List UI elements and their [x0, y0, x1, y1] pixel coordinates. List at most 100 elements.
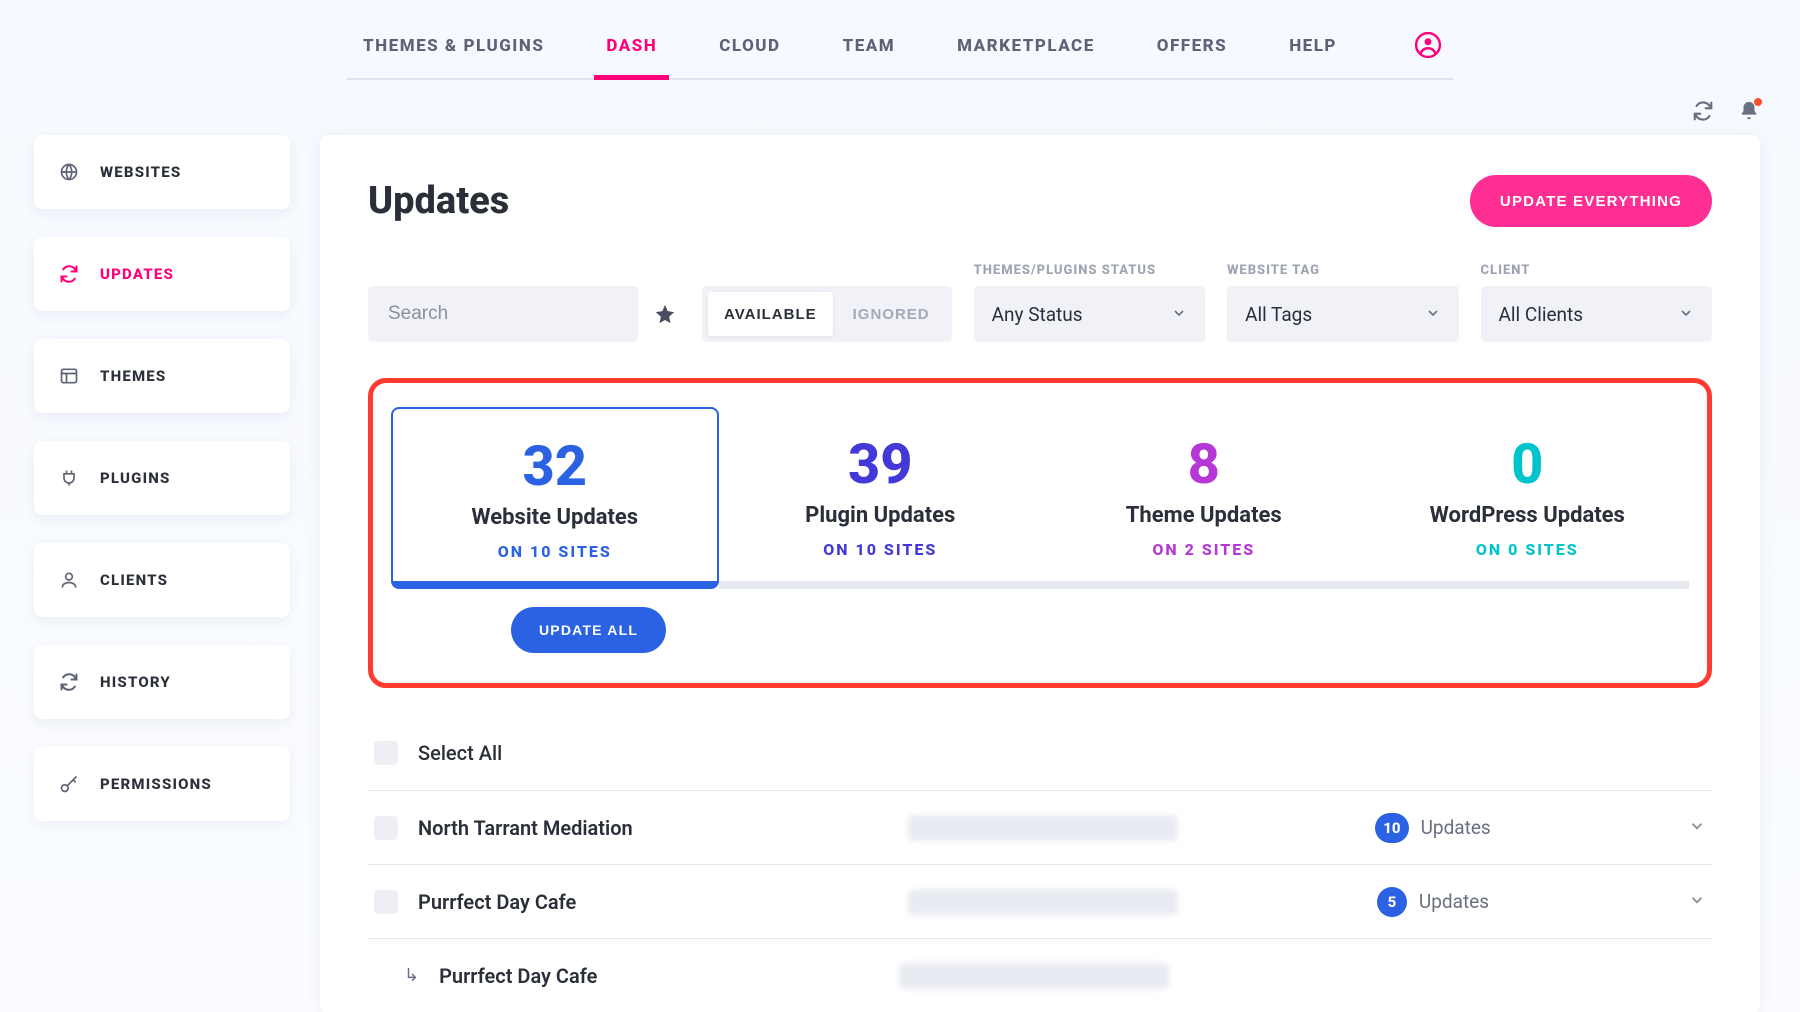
chevron-down-icon [1171, 303, 1187, 326]
status-select[interactable]: Any Status [974, 286, 1205, 342]
sidebar-item-clients[interactable]: CLIENTS [34, 543, 290, 617]
select-all-row: Select All [368, 716, 1712, 790]
util-bar [1692, 100, 1760, 126]
refresh-icon [58, 263, 80, 285]
row-url-blur [899, 963, 1169, 989]
history-icon [58, 671, 80, 693]
search-wrap [368, 286, 680, 342]
stat-title: Theme Updates [1052, 503, 1356, 528]
sidebar-item-plugins[interactable]: PLUGINS [34, 441, 290, 515]
filter-client: CLIENT All Clients [1481, 263, 1712, 342]
stat-sub: ON 0 SITES [1376, 540, 1680, 559]
nav-offers[interactable]: OFFERS [1151, 22, 1233, 78]
filter-status: THEMES/PLUGINS STATUS Any Status [974, 263, 1205, 342]
toggle-available[interactable]: AVAILABLE [708, 292, 833, 336]
tag-select[interactable]: All Tags [1227, 286, 1458, 342]
top-nav-inner: THEMES & PLUGINS DASH CLOUD TEAM MARKETP… [347, 22, 1453, 80]
row-name: North Tarrant Mediation [418, 816, 888, 840]
nav-marketplace[interactable]: MARKETPLACE [951, 22, 1101, 78]
star-icon[interactable] [650, 286, 680, 342]
stat-sub: ON 10 SITES [403, 542, 707, 561]
user-circle-icon[interactable] [1413, 30, 1443, 60]
user-icon [58, 569, 80, 591]
filter-client-label: CLIENT [1481, 263, 1712, 278]
sidebar-item-websites[interactable]: WEBSITES [34, 135, 290, 209]
nav-themes-plugins[interactable]: THEMES & PLUGINS [357, 22, 550, 78]
sidebar-item-label: HISTORY [100, 673, 171, 691]
sidebar-item-label: CLIENTS [100, 571, 168, 589]
stat-title: Website Updates [403, 505, 707, 530]
sidebar-item-label: THEMES [100, 367, 166, 385]
sidebar-item-label: UPDATES [100, 265, 174, 283]
toggle-available-ignored: AVAILABLE IGNORED [702, 286, 952, 342]
table-row[interactable]: North Tarrant Mediation 10 Updates [368, 790, 1712, 864]
search-input[interactable] [368, 286, 638, 342]
layout-icon [58, 365, 80, 387]
stat-title: Plugin Updates [729, 503, 1033, 528]
child-arrow-icon: ↳ [404, 965, 419, 986]
sidebar-item-history[interactable]: HISTORY [34, 645, 290, 719]
nav-team[interactable]: TEAM [837, 22, 902, 78]
filter-tag: WEBSITE TAG All Tags [1227, 263, 1458, 342]
page-title: Updates [368, 179, 509, 223]
stat-sub: ON 2 SITES [1052, 540, 1356, 559]
filters-row: AVAILABLE IGNORED THEMES/PLUGINS STATUS … [368, 263, 1712, 342]
chevron-down-icon[interactable] [1688, 891, 1706, 913]
stat-num: 8 [1052, 431, 1356, 497]
stat-wordpress-updates[interactable]: 0 WordPress Updates ON 0 SITES [1366, 407, 1690, 589]
table-row[interactable]: Purrfect Day Cafe 5 Updates [368, 864, 1712, 938]
stat-sub: ON 10 SITES [729, 540, 1033, 559]
updates-badge: 5 [1377, 887, 1407, 917]
chevron-down-icon [1425, 303, 1441, 326]
filter-status-label: THEMES/PLUGINS STATUS [974, 263, 1205, 278]
update-all-button[interactable]: UPDATE ALL [511, 607, 666, 653]
nav-dash[interactable]: DASH [600, 22, 663, 78]
row-updates: 10 Updates [1375, 813, 1490, 843]
stat-title: WordPress Updates [1376, 503, 1680, 528]
checkbox[interactable] [374, 741, 398, 765]
filter-tag-label: WEBSITE TAG [1227, 263, 1458, 278]
chevron-down-icon[interactable] [1688, 817, 1706, 839]
page-body: WEBSITES UPDATES THEMES PLUGINS CLIENTS [0, 80, 1800, 1012]
stat-num: 39 [729, 431, 1033, 497]
site-list: Select All North Tarrant Mediation 10 Up… [368, 716, 1712, 1012]
sidebar: WEBSITES UPDATES THEMES PLUGINS CLIENTS [34, 135, 290, 1012]
toggle-ignored[interactable]: IGNORED [837, 292, 946, 336]
chevron-down-icon [1678, 303, 1694, 326]
sidebar-item-updates[interactable]: UPDATES [34, 237, 290, 311]
sidebar-item-label: PLUGINS [100, 469, 171, 487]
client-select-value: All Clients [1499, 303, 1584, 326]
table-row-child[interactable]: ↳ Purrfect Day Cafe [368, 938, 1712, 1012]
main-head: Updates UPDATE EVERYTHING [368, 175, 1712, 227]
refresh-icon[interactable] [1692, 100, 1714, 126]
sidebar-item-label: PERMISSIONS [100, 775, 212, 793]
bell-icon[interactable] [1738, 100, 1760, 126]
main-panel: Updates UPDATE EVERYTHING AVAILABLE IGNO… [320, 135, 1760, 1012]
row-url-blur [908, 815, 1178, 841]
stat-num: 32 [403, 433, 707, 499]
stats-highlight: 32 Website Updates ON 10 SITES 39 Plugin… [368, 378, 1712, 688]
updates-text: Updates [1421, 816, 1491, 839]
globe-icon [58, 161, 80, 183]
status-select-value: Any Status [992, 303, 1083, 326]
key-icon [58, 773, 80, 795]
stat-theme-updates[interactable]: 8 Theme Updates ON 2 SITES [1042, 407, 1366, 589]
row-url-blur [908, 889, 1178, 915]
stat-plugin-updates[interactable]: 39 Plugin Updates ON 10 SITES [719, 407, 1043, 589]
nav-help[interactable]: HELP [1283, 22, 1343, 78]
row-name: Purrfect Day Cafe [418, 890, 888, 914]
nav-cloud[interactable]: CLOUD [713, 22, 786, 78]
row-name: Purrfect Day Cafe [439, 964, 879, 988]
updates-text: Updates [1419, 890, 1489, 913]
select-all-label[interactable]: Select All [418, 741, 888, 765]
stat-website-updates[interactable]: 32 Website Updates ON 10 SITES [391, 407, 719, 589]
client-select[interactable]: All Clients [1481, 286, 1712, 342]
tag-select-value: All Tags [1245, 303, 1312, 326]
checkbox[interactable] [374, 816, 398, 840]
sidebar-item-label: WEBSITES [100, 163, 181, 181]
update-everything-button[interactable]: UPDATE EVERYTHING [1470, 175, 1712, 227]
sidebar-item-themes[interactable]: THEMES [34, 339, 290, 413]
checkbox[interactable] [374, 890, 398, 914]
sidebar-item-permissions[interactable]: PERMISSIONS [34, 747, 290, 821]
plug-icon [58, 467, 80, 489]
